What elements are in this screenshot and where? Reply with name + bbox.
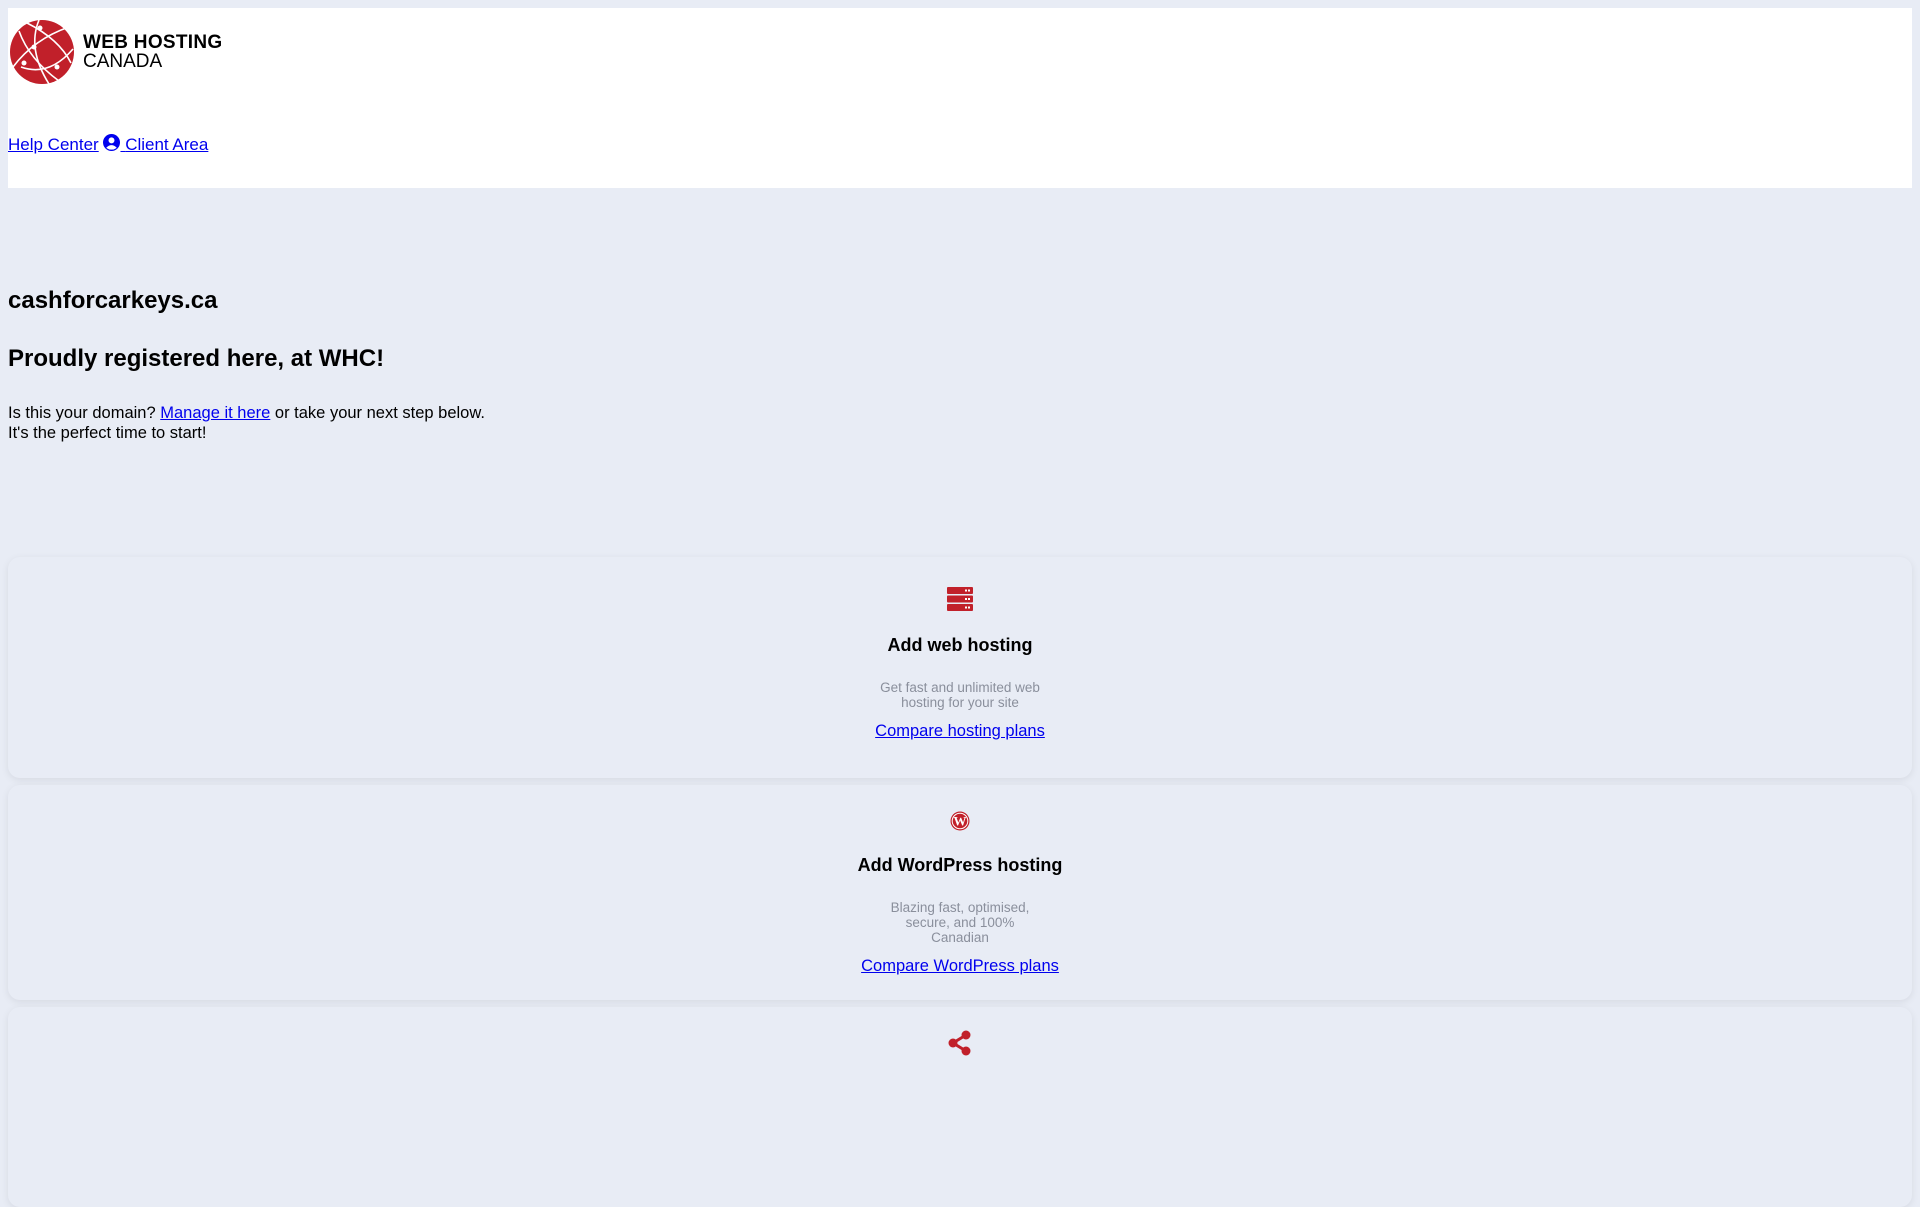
- logo-line1: WEB HOSTING: [83, 32, 223, 53]
- card-description: Blazing fast, optimised, secure, and 100…: [890, 900, 1030, 945]
- logo[interactable]: WEB HOSTING CANADA: [9, 19, 222, 85]
- compare-hosting-plans-link[interactable]: Compare hosting plans: [875, 722, 1045, 741]
- domain-name: cashforcarkeys.ca: [8, 287, 218, 314]
- globe-logo-icon: [10, 19, 74, 85]
- card-description: Get fast and unlimited web hosting for y…: [880, 680, 1040, 710]
- third-card: [8, 1007, 1912, 1207]
- share-icon: [948, 1030, 971, 1056]
- header-nav: Help Center Client Area: [8, 134, 208, 155]
- help-center-link[interactable]: Help Center: [8, 135, 99, 154]
- logo-line2: CANADA: [83, 51, 163, 72]
- compare-wordpress-plans-link[interactable]: Compare WordPress plans: [861, 957, 1059, 976]
- intro-text: Is this your domain? Manage it here or t…: [8, 403, 508, 443]
- client-area-label: Client Area: [125, 135, 209, 154]
- card-title: Add WordPress hosting: [857, 855, 1063, 875]
- intro-before: Is this your domain?: [8, 404, 161, 422]
- wordpress-icon: W: [950, 811, 970, 831]
- tagline: Proudly registered here, at WHC!: [8, 345, 385, 372]
- server-icon: [947, 587, 973, 611]
- user-circle-icon: [103, 134, 121, 151]
- site-header: WEB HOSTING CANADA Help Center Client Ar…: [8, 8, 1912, 188]
- manage-domain-link[interactable]: Manage it here: [160, 404, 270, 422]
- client-area-link[interactable]: Client Area: [103, 134, 209, 154]
- card-title: Add web hosting: [887, 635, 1033, 655]
- web-hosting-card: Add web hosting Get fast and unlimited w…: [8, 557, 1912, 778]
- wordpress-hosting-card: W Add WordPress hosting Blazing fast, op…: [8, 785, 1912, 1000]
- svg-text:W: W: [954, 814, 967, 829]
